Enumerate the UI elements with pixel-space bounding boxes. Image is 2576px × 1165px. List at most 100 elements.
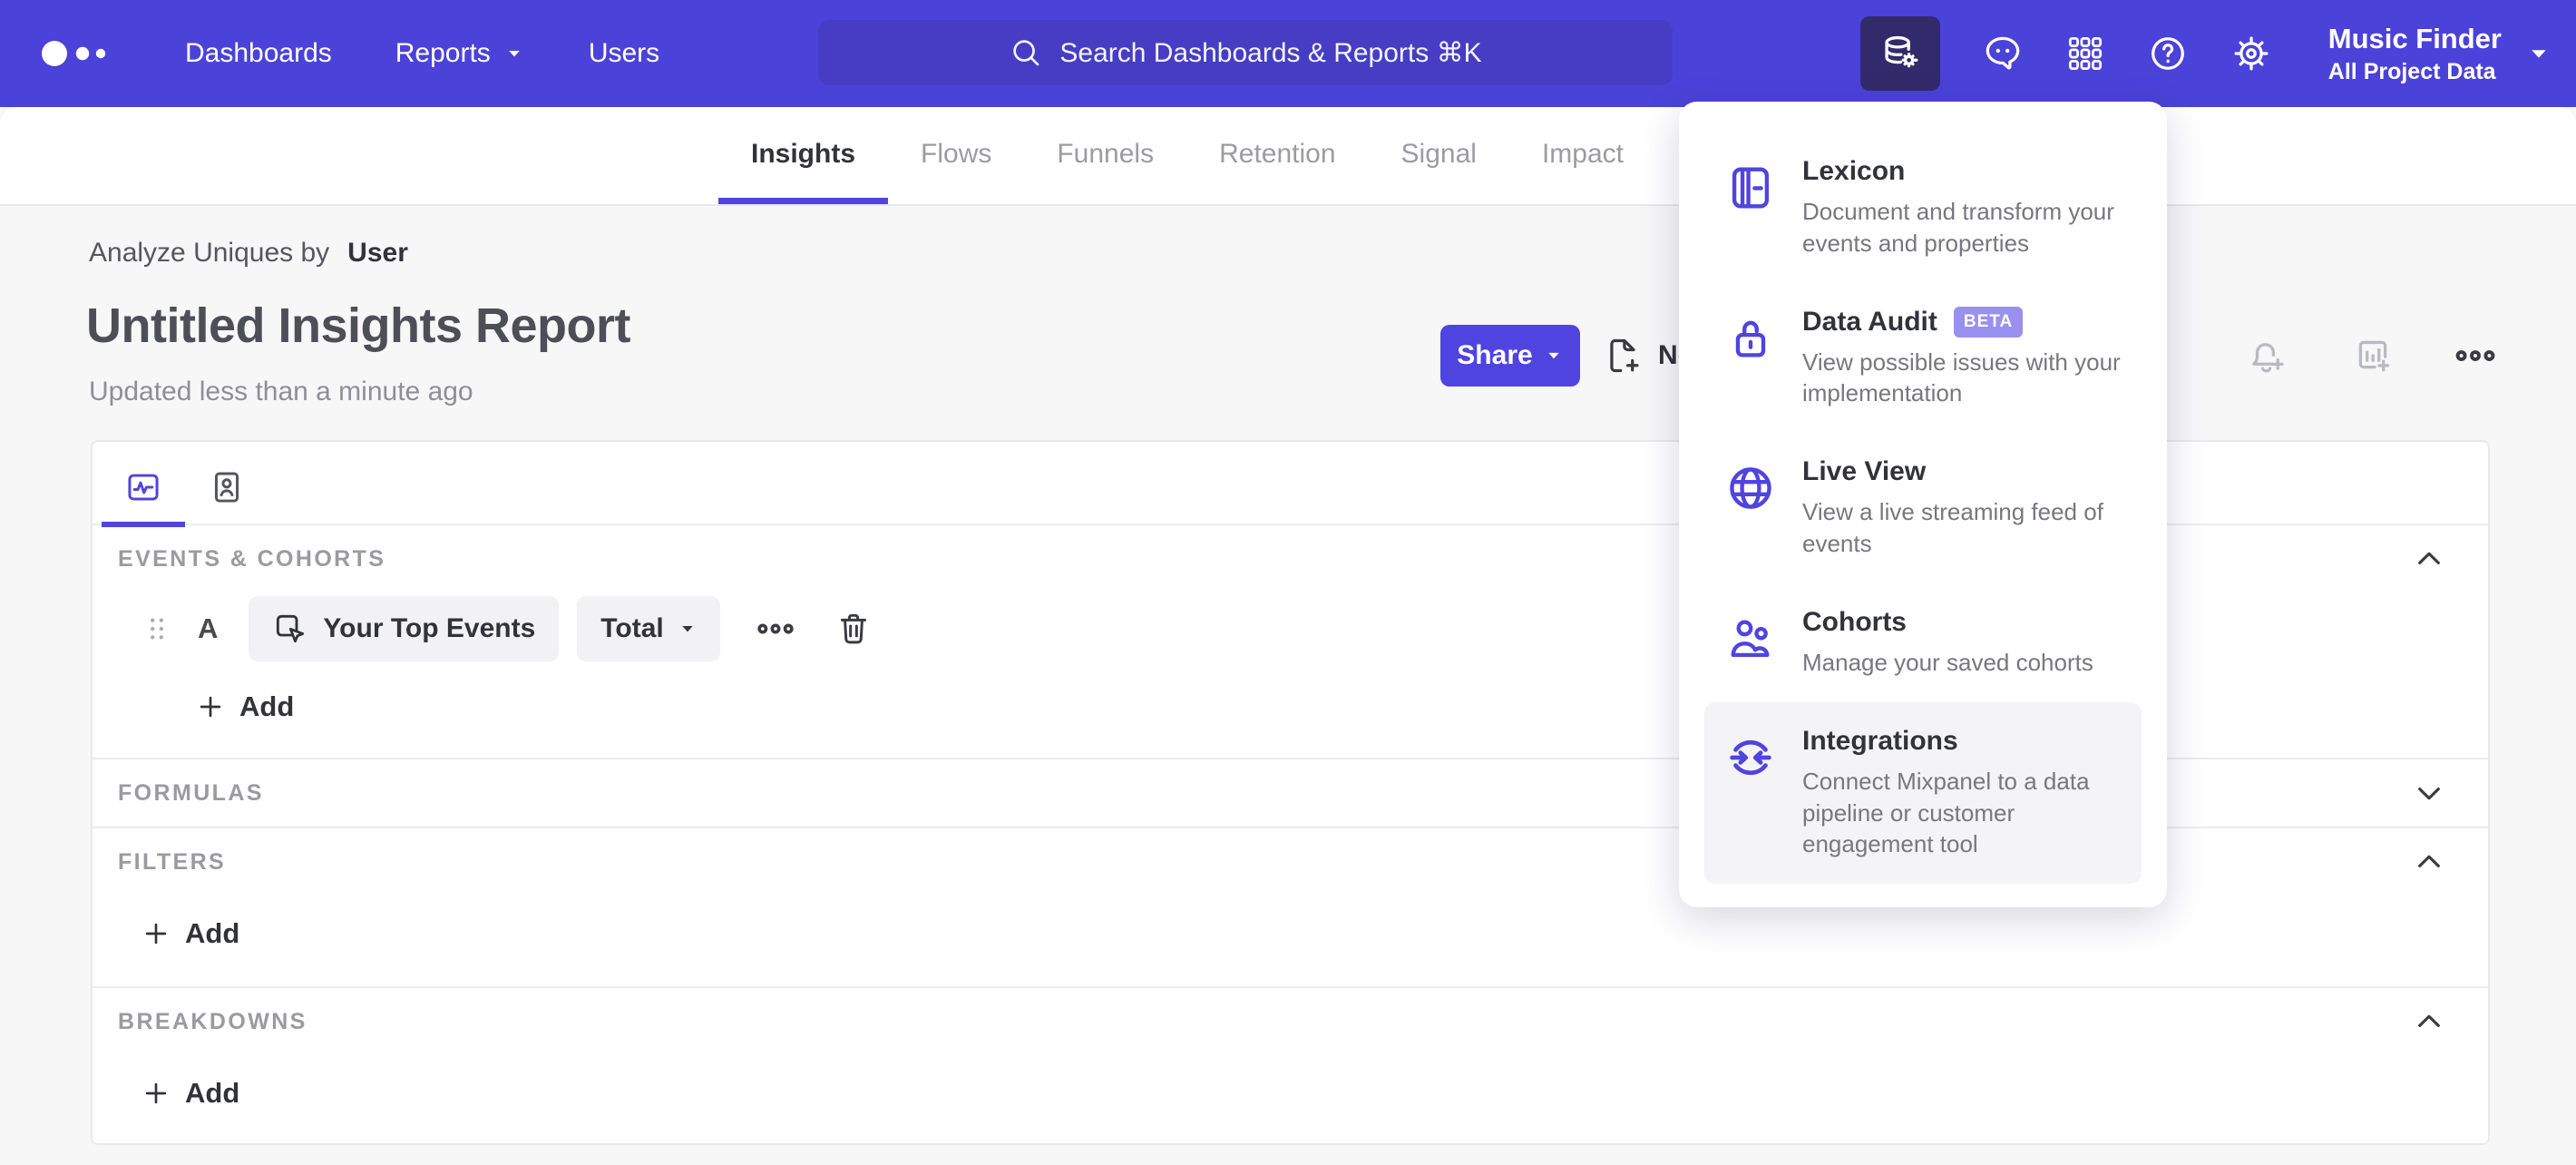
updated-timestamp: Updated less than a minute ago [89,377,473,406]
analyze-label: Analyze Uniques by [89,238,330,268]
lexicon-book-icon [1724,156,1777,259]
analyze-entity-selector[interactable]: User [347,238,408,269]
profile-card-icon [214,472,239,503]
menu-item-text: Cohorts Manage your saved cohorts [1802,607,2131,679]
aggregation-value: Total [600,613,664,643]
event-selector-chip[interactable]: Your Top Events [249,596,560,661]
menu-item-title: Cohorts [1802,606,1907,637]
menu-item-text: Live View View a live streaming feed of … [1802,456,2131,560]
project-text: Music Finder All Project Data [2328,23,2502,85]
menu-item-title: Data Audit [1802,306,1937,337]
caret-down-icon [509,51,520,57]
beta-badge: BETA [1953,306,2024,338]
project-selector[interactable]: Music Finder All Project Data [2328,23,2552,85]
alert-bell-plus-icon[interactable] [2246,335,2288,377]
feedback-chat-icon[interactable] [1982,33,2024,74]
section-label: FORMULAS [118,779,264,806]
add-label: Add [185,917,240,949]
search-placeholder: Search Dashboards & Reports ⌘K [1059,37,1482,68]
tab-impact[interactable]: Impact [1509,107,1656,204]
cohorts-people-icon [1724,607,1777,679]
row-letter: A [198,612,219,644]
add-event-button[interactable]: Add [196,690,294,723]
menu-item-live-view[interactable]: Live View View a live streaming feed of … [1704,433,2142,583]
project-name: Music Finder [2327,22,2502,54]
nav-right-tools: Music Finder All Project Data [1859,0,2552,107]
menu-item-description: Connect Mixpanel to a data pipeline or c… [1802,767,2090,858]
tab-retention[interactable]: Retention [1186,107,1368,204]
tab-label: Retention [1219,139,1336,169]
tab-label: Insights [751,139,856,169]
caret-down-icon [1548,352,1559,359]
tab-label: Impact [1541,139,1624,169]
report-tabbar: Insights Flows Funnels Retention Signal … [0,107,2576,206]
page-title[interactable]: Untitled Insights Report [86,298,630,354]
menu-item-integrations[interactable]: Integrations Connect Mixpanel to a data … [1704,701,2142,885]
tab-label: Signal [1400,139,1477,169]
drag-handle[interactable] [141,613,172,644]
plus-icon [145,1082,167,1104]
menu-item-title: Live View [1802,456,1927,487]
chevron-up-icon [2418,855,2440,868]
menu-item-description: View a live streaming feed of events [1802,498,2103,558]
menu-item-lexicon[interactable]: Lexicon Document and transform your even… [1704,132,2142,283]
menu-item-text: Data Audit BETA View possible issues wit… [1802,306,2131,410]
data-management-icon[interactable] [1859,16,1940,91]
caret-down-icon [682,626,693,632]
add-filter-button[interactable]: Add [141,917,239,950]
profiles-view-tab[interactable] [198,458,256,516]
add-label: Add [185,1077,240,1109]
menu-item-text: Integrations Connect Mixpanel to a data … [1802,726,2131,860]
collapse-section-button[interactable] [2412,1004,2446,1039]
primary-nav: Dashboards Reports Users [180,29,665,78]
share-label: Share [1457,340,1533,370]
add-to-board-icon[interactable] [2353,335,2395,377]
mixpanel-app: Dashboards Reports Users Search Dashboar… [0,0,2576,1165]
report-tabs: Insights Flows Funnels Retention Signal … [718,107,1656,204]
aggregation-selector-chip[interactable]: Total [577,596,720,661]
settings-gear-icon[interactable] [2230,33,2272,74]
tab-flows[interactable]: Flows [888,107,1024,204]
row-more-options-icon[interactable] [755,608,796,650]
mixpanel-logo-icon[interactable] [40,34,127,73]
integrations-sync-icon [1724,726,1777,860]
tab-insights[interactable]: Insights [718,107,889,204]
menu-item-data-audit[interactable]: Data Audit BETA View possible issues wit… [1704,283,2142,434]
menu-item-title: Lexicon [1802,156,1906,186]
share-button[interactable]: Share [1440,325,1580,387]
menu-item-cohorts[interactable]: Cohorts Manage your saved cohorts [1704,583,2142,702]
collapse-section-button[interactable] [2412,845,2446,879]
section-label: FILTERS [118,848,227,875]
section-label: EVENTS & COHORTS [118,545,386,572]
more-options-icon[interactable] [2453,333,2498,378]
top-nav: Dashboards Reports Users Search Dashboar… [0,0,2576,107]
pulse-chart-icon [128,474,159,501]
nav-item-label: Reports [395,38,491,68]
expand-section-button[interactable] [2412,776,2446,810]
delete-row-icon[interactable] [834,610,873,648]
document-plus-icon [1610,338,1639,373]
live-view-globe-icon [1724,456,1777,560]
plus-icon [145,923,167,945]
data-management-menu: Lexicon Document and transform your even… [1679,102,2167,908]
add-label: Add [239,690,295,722]
events-view-tab[interactable] [102,458,185,527]
analyze-line: Analyze Uniques by User [89,238,408,269]
section-label: BREAKDOWNS [118,1008,307,1034]
apps-grid-icon[interactable] [2065,34,2105,73]
tab-funnels[interactable]: Funnels [1024,107,1186,204]
data-audit-lock-icon [1724,307,1777,410]
nav-item-label: Users [588,38,660,68]
nav-item-users[interactable]: Users [583,29,665,78]
nav-item-dashboards[interactable]: Dashboards [180,29,337,78]
menu-item-description: Manage your saved cohorts [1802,648,2093,676]
search-input[interactable]: Search Dashboards & Reports ⌘K [818,20,1673,85]
chevron-down-icon [2418,787,2440,800]
help-icon[interactable] [2147,33,2189,74]
nav-item-reports[interactable]: Reports [390,29,531,78]
collapse-section-button[interactable] [2412,542,2446,576]
tab-label: Funnels [1057,139,1155,169]
add-breakdown-button[interactable]: Add [141,1077,239,1110]
tab-signal[interactable]: Signal [1369,107,1509,204]
menu-item-text: Lexicon Document and transform your even… [1802,156,2131,259]
